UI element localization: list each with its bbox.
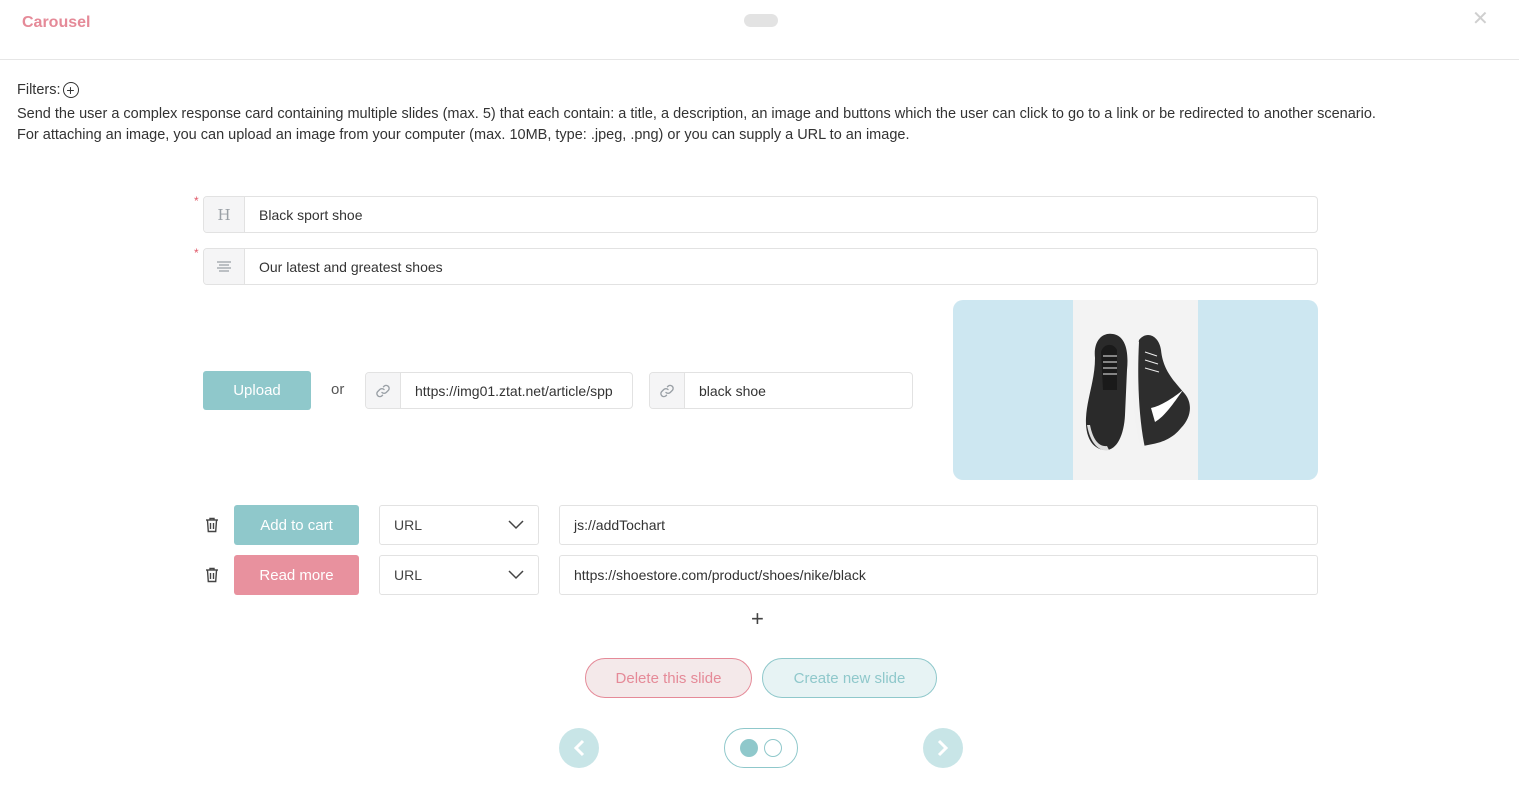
heading-icon: H [204,197,245,232]
filters-label: Filters: [17,82,61,98]
description-field[interactable]: Our latest and greatest shoes [203,248,1318,285]
description-text: Send the user a complex response card co… [17,104,1507,146]
card-button-add-to-cart[interactable]: Add to cart [234,505,359,545]
required-marker: * [194,246,199,260]
title-input[interactable]: Black sport shoe [245,197,1317,232]
filters-row: Filters: + [17,82,79,98]
close-icon[interactable]: ✕ [1472,9,1489,29]
slide-dot-2[interactable] [764,739,782,757]
or-label: or [331,381,345,398]
title-field[interactable]: H Black sport shoe [203,196,1318,233]
slide-dot-1[interactable] [740,739,758,757]
card-button-read-more[interactable]: Read more [234,555,359,595]
link-icon [650,373,685,408]
trash-icon[interactable] [205,517,219,533]
description-line-2: For attaching an image, you can upload a… [17,127,910,143]
button-value-input[interactable]: https://shoestore.com/product/shoes/nike… [559,555,1318,595]
image-alt-field[interactable]: black shoe [649,372,913,409]
chevron-left-icon [573,739,585,757]
delete-slide-button[interactable]: Delete this slide [585,658,752,698]
shoe-image [1073,300,1198,480]
chevron-down-icon [508,570,524,580]
chevron-down-icon [508,520,524,530]
required-marker: * [194,194,199,208]
slide-pagination [724,728,798,768]
image-url-field[interactable]: https://img01.ztat.net/article/spp [365,372,633,409]
trash-icon[interactable] [205,567,219,583]
description-line-1: Send the user a complex response card co… [17,106,1376,122]
modal-title: Carousel [22,14,91,31]
previous-slide-button[interactable] [559,728,599,768]
button-type-value: URL [394,567,423,583]
image-alt-input[interactable]: black shoe [685,373,912,408]
upload-button[interactable]: Upload [203,371,311,410]
description-input[interactable]: Our latest and greatest shoes [245,249,1317,284]
next-slide-button[interactable] [923,728,963,768]
button-type-select[interactable]: URL [379,555,539,595]
modal-header [0,0,1519,60]
button-value-input[interactable]: js://addTochart [559,505,1318,545]
image-preview [953,300,1318,480]
add-button-icon[interactable]: + [751,608,764,630]
chevron-right-icon [937,739,949,757]
link-icon [366,373,401,408]
add-filter-icon[interactable]: + [62,82,79,98]
drag-handle[interactable] [744,14,778,27]
image-url-input[interactable]: https://img01.ztat.net/article/spp [401,373,632,408]
button-type-value: URL [394,517,423,533]
button-type-select[interactable]: URL [379,505,539,545]
create-slide-button[interactable]: Create new slide [762,658,937,698]
text-align-icon [204,249,245,284]
